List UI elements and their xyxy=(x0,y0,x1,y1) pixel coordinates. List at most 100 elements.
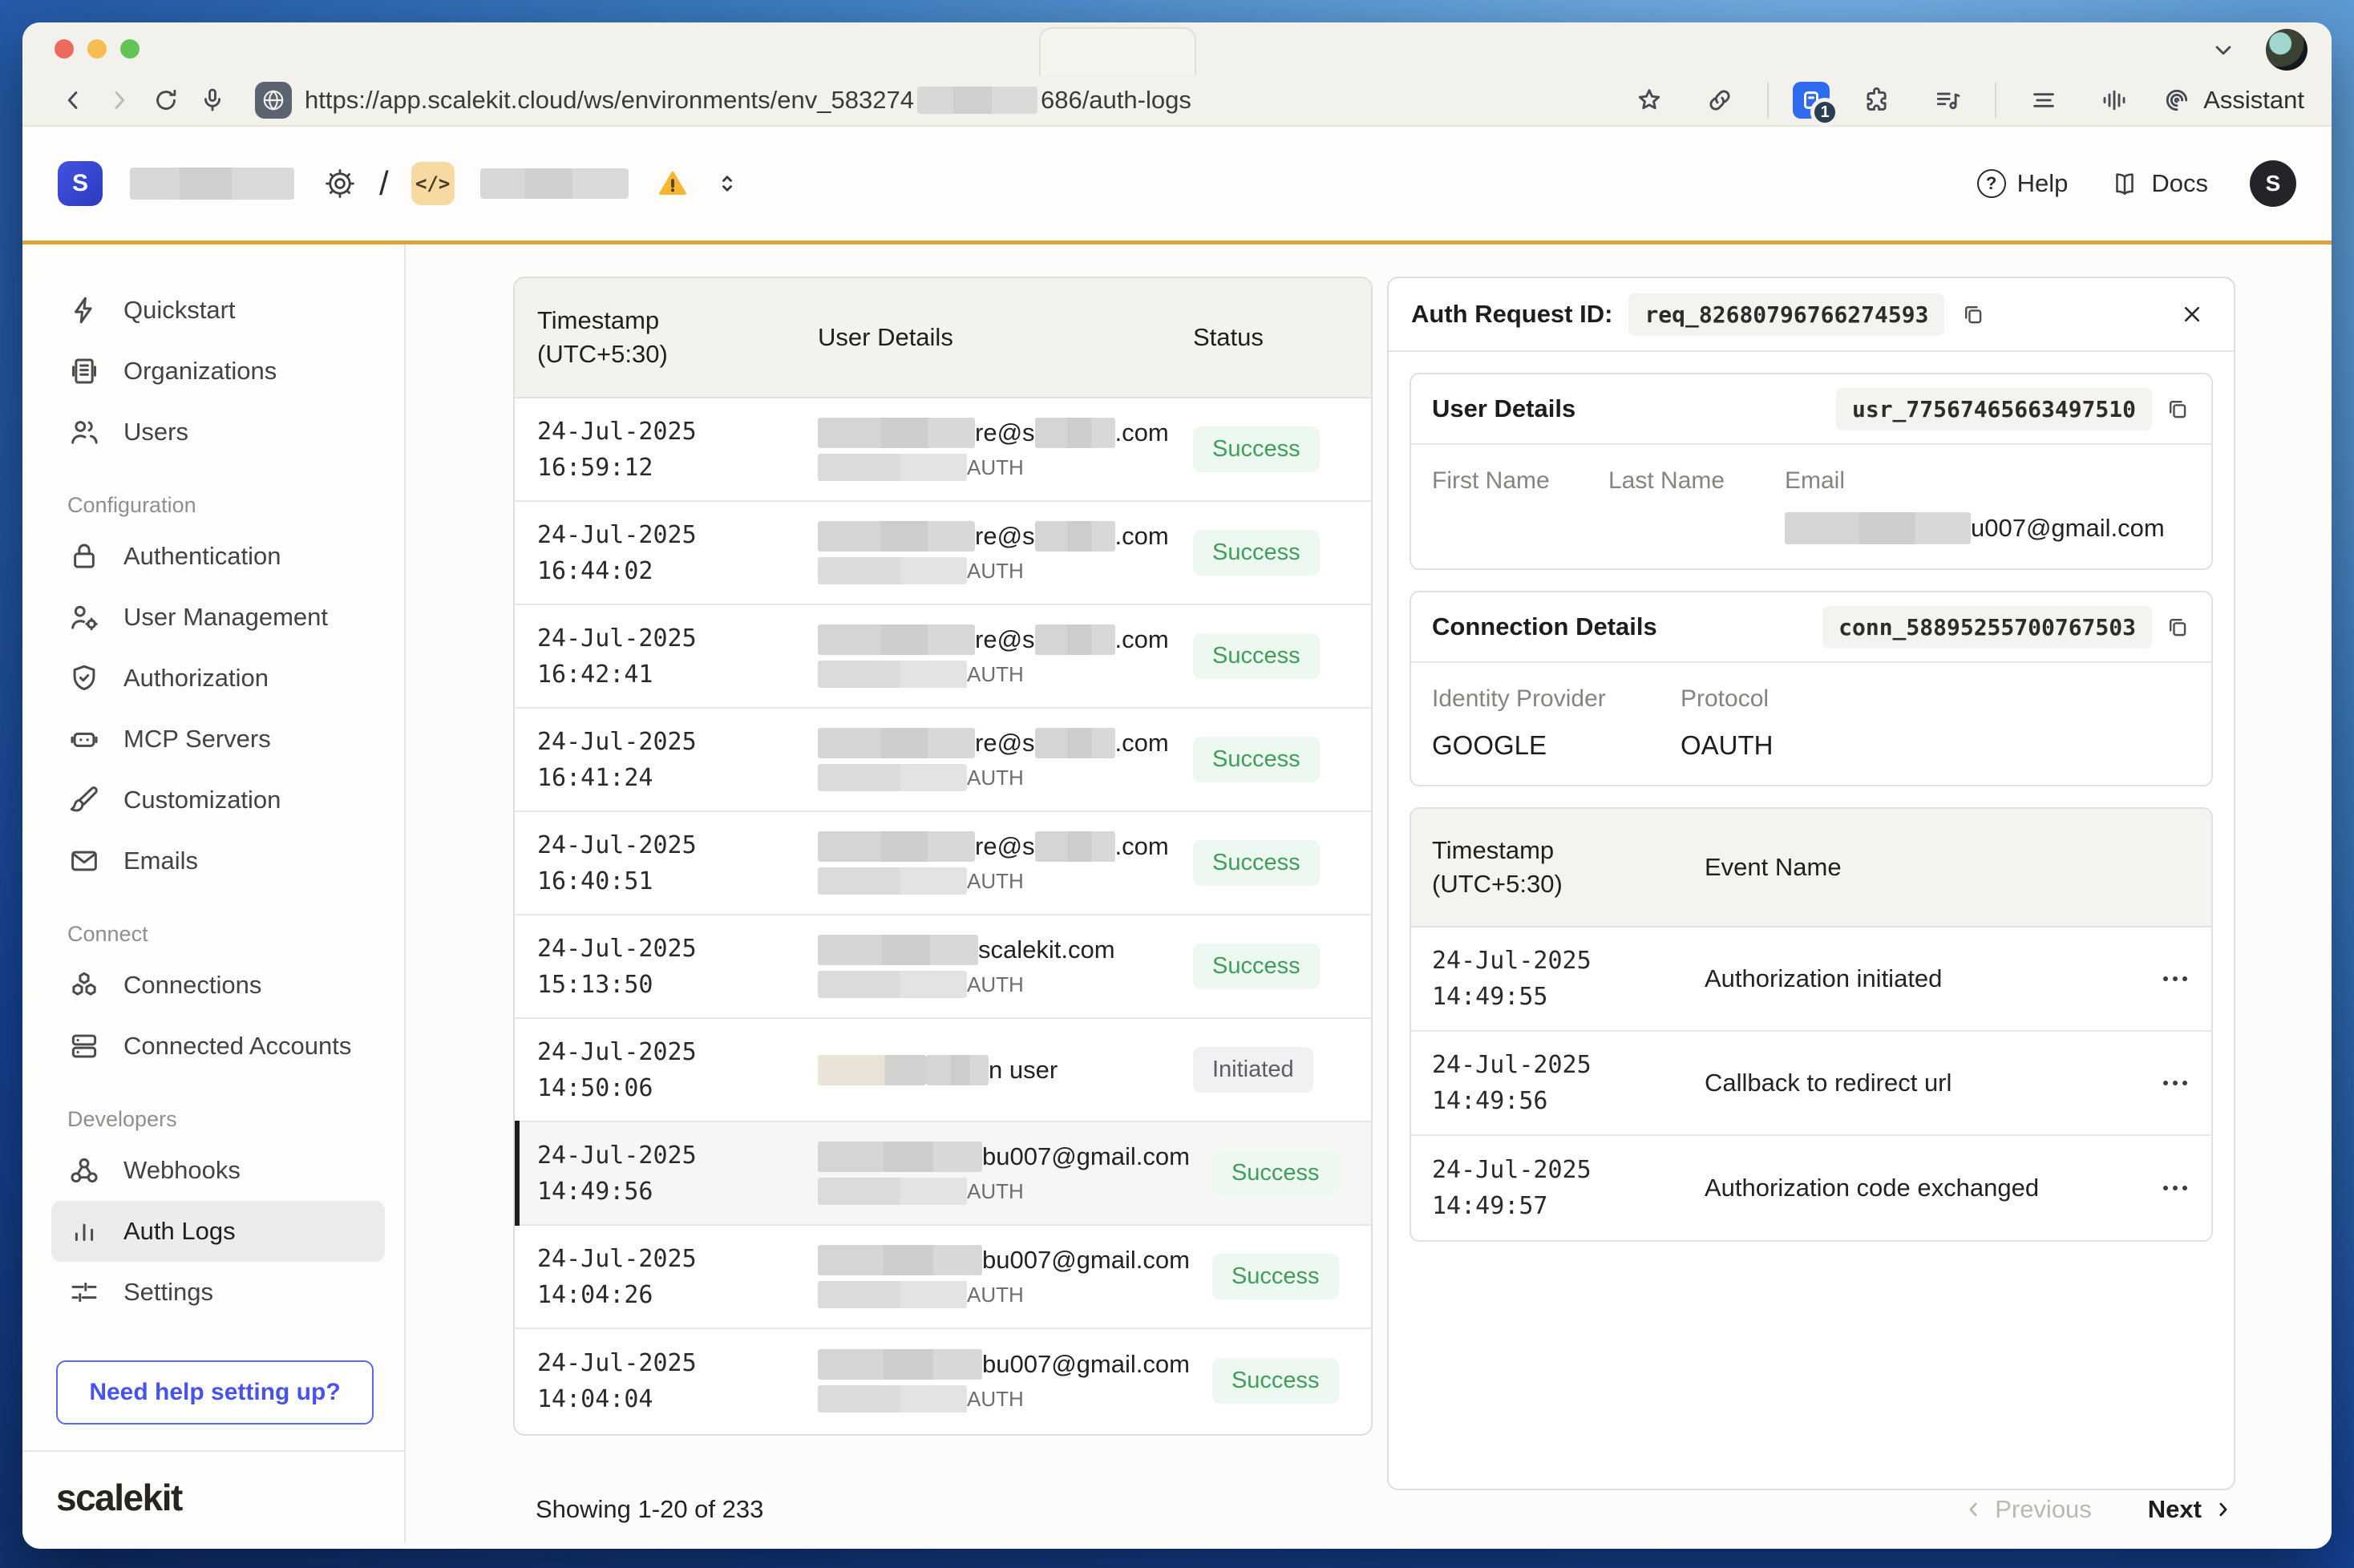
workspace-avatar[interactable]: S xyxy=(58,161,103,206)
column-user-details: User Details xyxy=(795,323,1171,352)
log-row[interactable]: 24-Jul-202516:40:51 re@s.com AUTH Succes… xyxy=(515,812,1371,915)
extension-badge: 1 xyxy=(1810,98,1839,127)
sidebar-item-customization[interactable]: Customization xyxy=(51,770,385,830)
first-name-label: First Name xyxy=(1432,467,1608,495)
bookmark-button[interactable] xyxy=(1626,79,1672,121)
log-timestamp: 24-Jul-202516:42:41 xyxy=(515,620,795,693)
logs-table-header: Timestamp (UTC+5:30) User Details Status xyxy=(515,278,1371,398)
redacted-text xyxy=(1035,418,1115,448)
log-timestamp: 24-Jul-202516:44:02 xyxy=(515,517,795,589)
browser-profile-avatar[interactable] xyxy=(2266,29,2307,71)
workspace-name-redacted[interactable] xyxy=(130,168,294,200)
sidebar-item-emails[interactable]: Emails xyxy=(51,830,385,891)
environment-name-redacted[interactable] xyxy=(480,168,629,199)
log-row[interactable]: 24-Jul-202516:44:02 re@s.com AUTH Succes… xyxy=(515,502,1371,605)
log-timestamp: 24-Jul-202514:04:26 xyxy=(515,1241,795,1313)
sidebar-item-quickstart[interactable]: Quickstart xyxy=(51,280,385,341)
status-badge: Success xyxy=(1193,944,1320,989)
next-page-button[interactable]: Next xyxy=(2148,1495,2235,1524)
sidebar-item-organizations[interactable]: Organizations xyxy=(51,341,385,402)
audio-button[interactable] xyxy=(2091,79,2138,121)
reload-button[interactable] xyxy=(143,79,189,121)
gear-icon[interactable] xyxy=(323,167,357,200)
sidebar-item-user-management[interactable]: User Management xyxy=(51,587,385,648)
sidebar-item-authentication[interactable]: Authentication xyxy=(51,526,385,587)
sidebar-item-auth-logs[interactable]: Auth Logs xyxy=(51,1201,385,1262)
reader-mode-button[interactable] xyxy=(2020,79,2067,121)
warning-icon xyxy=(656,167,690,200)
pagination-summary: Showing 1-20 of 233 xyxy=(536,1495,763,1524)
status-badge: Success xyxy=(1193,426,1320,472)
zoom-window-button[interactable] xyxy=(120,39,140,59)
sidebar-item-connected-accounts[interactable]: Connected Accounts xyxy=(51,1016,385,1077)
event-menu-button[interactable] xyxy=(2139,1186,2211,1190)
paintbrush-icon xyxy=(67,783,101,817)
sliders-icon xyxy=(67,1275,101,1309)
log-row[interactable]: 24-Jul-202515:13:50 scalekit.com AUTH Su… xyxy=(515,915,1371,1019)
log-row-selected[interactable]: 24-Jul-202514:49:56 bu007@gmail.com AUTH… xyxy=(515,1122,1371,1226)
event-menu-button[interactable] xyxy=(2139,976,2211,981)
redacted-text xyxy=(1035,728,1115,758)
sidebar-item-mcp-servers[interactable]: MCP Servers xyxy=(51,709,385,770)
docs-button[interactable]: Docs xyxy=(2109,168,2208,199)
sidebar-item-authorization[interactable]: Authorization xyxy=(51,648,385,709)
status-badge: Success xyxy=(1193,840,1320,886)
voice-search-button[interactable] xyxy=(189,79,236,121)
column-event-name: Event Name xyxy=(1684,853,2139,882)
log-row[interactable]: 24-Jul-202516:59:12 re@s.com AUTH Succes… xyxy=(515,398,1371,502)
environment-selector-icon[interactable] xyxy=(714,170,741,197)
close-panel-button[interactable] xyxy=(2173,295,2211,333)
chevron-right-icon xyxy=(104,85,135,115)
log-user-details: re@s.com AUTH xyxy=(795,521,1171,584)
sidebar: Quickstart Organizations Users Configura… xyxy=(22,244,406,1543)
extensions-button[interactable] xyxy=(1854,79,1900,121)
event-name: Callback to redirect url xyxy=(1684,1069,2139,1097)
password-manager-extension-button[interactable]: 1 xyxy=(1793,82,1830,119)
sidebar-item-webhooks[interactable]: Webhooks xyxy=(51,1140,385,1201)
chevron-down-icon[interactable] xyxy=(2208,34,2239,65)
copy-icon[interactable] xyxy=(2165,396,2190,422)
copy-icon[interactable] xyxy=(2165,614,2190,640)
log-user-details: re@s.com AUTH xyxy=(795,624,1171,688)
connection-id-chip: conn_58895255700767503 xyxy=(1822,606,2152,649)
event-menu-button[interactable] xyxy=(2139,1081,2211,1085)
redacted-text xyxy=(917,87,1037,114)
log-row[interactable]: 24-Jul-202514:04:26 bu007@gmail.com AUTH… xyxy=(515,1226,1371,1329)
need-help-button[interactable]: Need help setting up? xyxy=(56,1360,374,1425)
redacted-text xyxy=(818,1349,982,1380)
log-timestamp: 24-Jul-202516:40:51 xyxy=(515,827,795,899)
user-avatar[interactable]: S xyxy=(2250,160,2296,207)
breadcrumb-separator: / xyxy=(379,164,389,203)
environment-icon[interactable]: </> xyxy=(411,162,455,205)
url-text: https://app.scalekit.cloud/ws/environmen… xyxy=(305,86,1191,115)
copy-link-button[interactable] xyxy=(1697,79,1743,121)
log-row[interactable]: 24-Jul-202516:42:41 re@s.com AUTH Succes… xyxy=(515,605,1371,709)
sidebar-item-connections[interactable]: Connections xyxy=(51,955,385,1016)
log-timestamp: 24-Jul-202514:49:56 xyxy=(515,1138,795,1210)
address-bar[interactable]: https://app.scalekit.cloud/ws/environmen… xyxy=(255,82,1191,119)
back-button[interactable] xyxy=(50,79,96,121)
log-row[interactable]: 24-Jul-202514:50:06 n user Initiated xyxy=(515,1019,1371,1122)
forward-button[interactable] xyxy=(96,79,143,121)
log-user-details: n user xyxy=(795,1055,1171,1085)
log-row[interactable]: 24-Jul-202514:04:04 bu007@gmail.com AUTH… xyxy=(515,1329,1371,1433)
redacted-text xyxy=(818,1245,982,1275)
sidebar-item-users[interactable]: Users xyxy=(51,402,385,463)
sidebar-item-settings[interactable]: Settings xyxy=(51,1262,385,1323)
user-details-title: User Details xyxy=(1432,394,1575,423)
app-header: S / </> Help Docs xyxy=(22,127,2332,244)
log-timestamp: 24-Jul-202514:04:04 xyxy=(515,1345,795,1417)
previous-page-button[interactable]: Previous xyxy=(1961,1495,2092,1524)
log-user-details: re@s.com AUTH xyxy=(795,831,1171,895)
playlist-button[interactable] xyxy=(1924,79,1971,121)
minimize-window-button[interactable] xyxy=(87,39,107,59)
close-window-button[interactable] xyxy=(55,39,74,59)
copy-icon[interactable] xyxy=(1960,301,1986,327)
help-button[interactable]: Help xyxy=(1977,169,2069,198)
last-name-value xyxy=(1608,512,1785,544)
reload-icon xyxy=(151,85,181,115)
assistant-button[interactable]: Assistant xyxy=(2162,85,2304,115)
log-row[interactable]: 24-Jul-202516:41:24 re@s.com AUTH Succes… xyxy=(515,709,1371,812)
redacted-text xyxy=(926,1055,989,1085)
protocol-label: Protocol xyxy=(1681,685,2190,713)
